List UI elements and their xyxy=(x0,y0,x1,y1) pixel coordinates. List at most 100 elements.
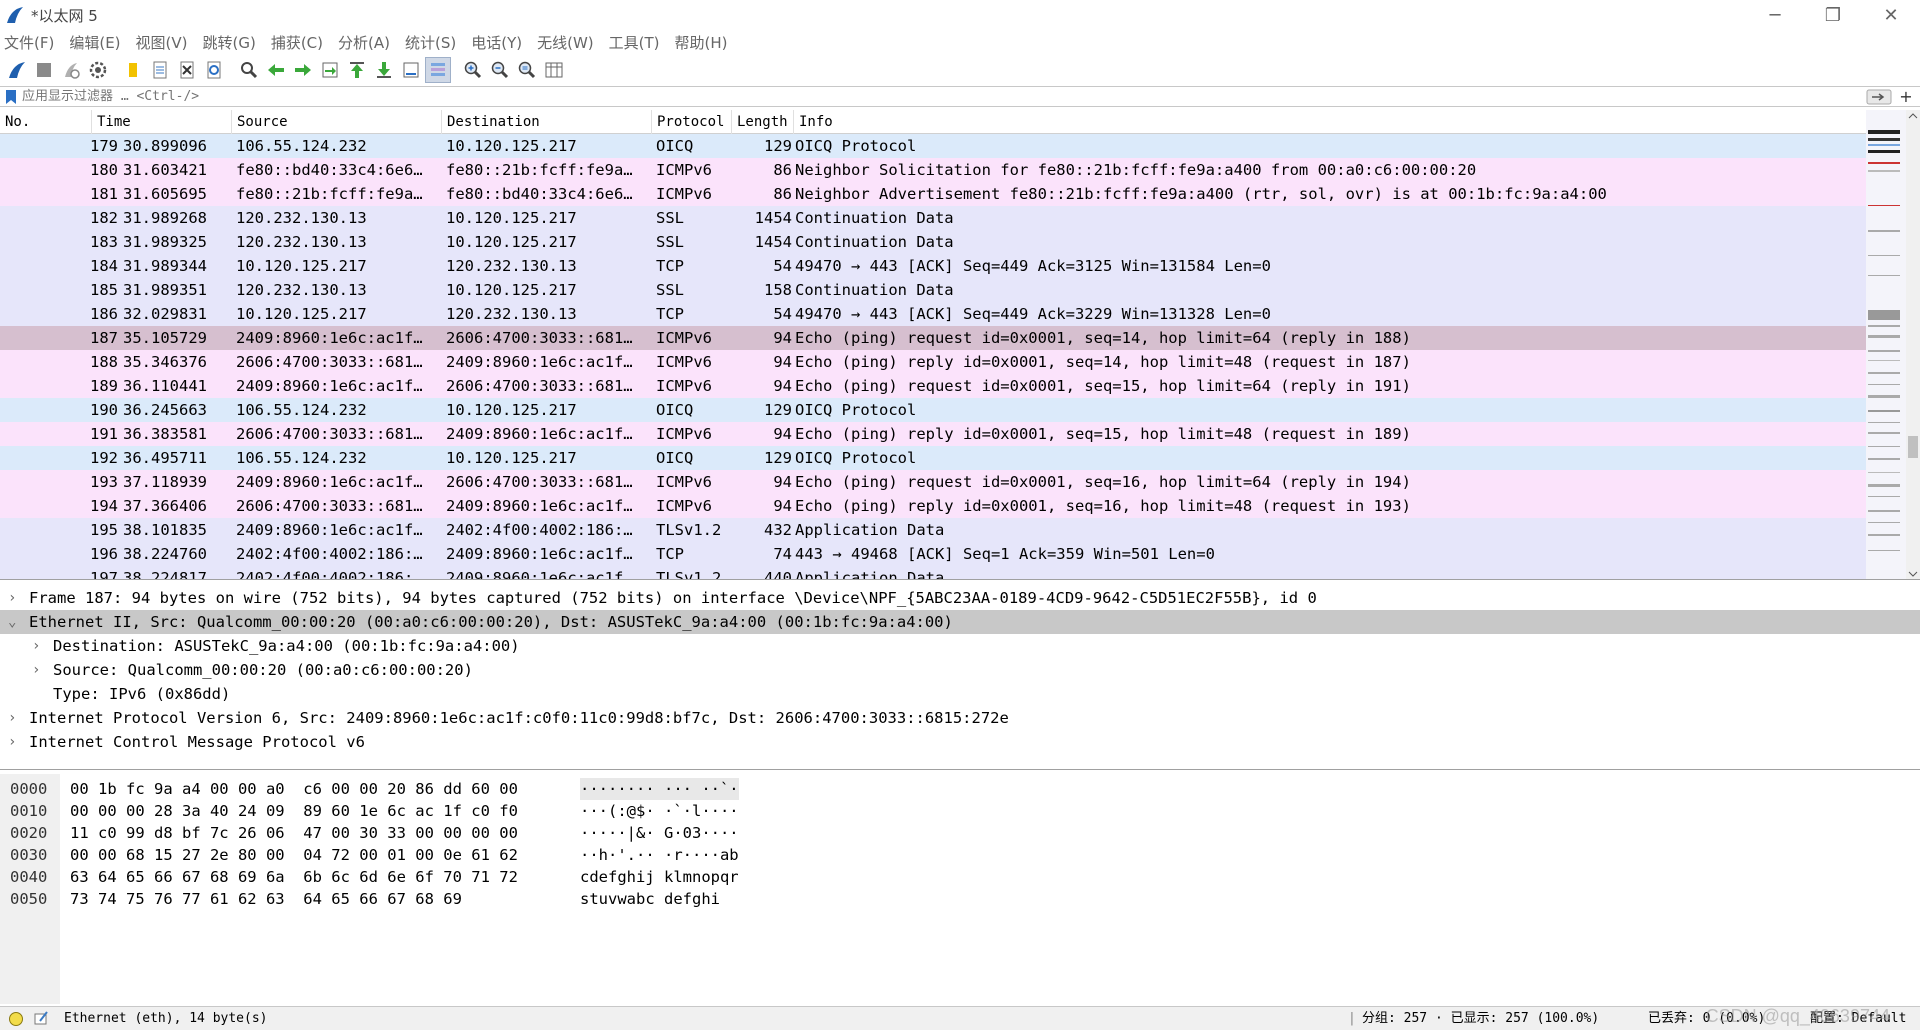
stop-icon[interactable] xyxy=(31,57,57,83)
table-row[interactable]: 195 38.101835 2409:8960:1e6c:ac1f… 2402:4f0… xyxy=(0,518,1866,542)
expert-info-icon[interactable] xyxy=(8,1011,24,1027)
bytes-hex[interactable]: 73 74 75 76 77 61 62 63 64 65 66 67 68 6… xyxy=(70,888,462,910)
menu-go[interactable]: 跳转(G) xyxy=(203,32,256,53)
table-row[interactable]: 184 31.989344 10.120.125.217 120.232.130.13… xyxy=(0,254,1866,278)
table-row[interactable]: 190 36.245663 106.55.124.232 10.120.125.217… xyxy=(0,398,1866,422)
table-row[interactable]: 188 35.346376 2606:4700:3033::681… 2409:896… xyxy=(0,350,1866,374)
bytes-hex[interactable]: 63 64 65 66 67 68 69 6a 6b 6c 6d 6e 6f 7… xyxy=(70,866,518,888)
open-folder-icon[interactable] xyxy=(120,57,146,83)
autoscroll-icon[interactable] xyxy=(398,57,424,83)
menu-help[interactable]: 帮助(H) xyxy=(675,32,728,53)
bytes-hex[interactable]: 00 00 00 28 3a 40 24 09 89 60 1e 6c ac 1… xyxy=(70,800,518,822)
zoom-in-icon[interactable] xyxy=(460,57,486,83)
goto-packet-icon[interactable] xyxy=(317,57,343,83)
reload-icon[interactable] xyxy=(201,57,227,83)
menu-edit[interactable]: 编辑(E) xyxy=(69,32,120,53)
chevron-down-icon[interactable]: ⌄ xyxy=(8,610,22,634)
detail-tree-item[interactable]: › Source: Qualcomm_00:00:20 (00:a0:c6:00:… xyxy=(0,658,1920,682)
cell-info: Continuation Data xyxy=(795,209,954,227)
forward-arrow-icon[interactable] xyxy=(290,57,316,83)
table-row[interactable]: 194 37.366406 2606:4700:3033::681… 2409:896… xyxy=(0,494,1866,518)
chevron-right-icon[interactable]: › xyxy=(8,586,22,610)
detail-tree-item[interactable]: › Frame 187: 94 bytes on wire (752 bits),… xyxy=(0,586,1920,610)
display-filter-input[interactable] xyxy=(20,87,1866,106)
colorize-icon[interactable] xyxy=(425,57,451,83)
filter-bookmark-icon[interactable] xyxy=(5,89,17,105)
bytes-ascii[interactable]: ··h·'.·· ·r····ab xyxy=(580,844,739,866)
table-row[interactable]: 182 31.989268 120.232.130.13 10.120.125.217… xyxy=(0,206,1866,230)
menu-file[interactable]: 文件(F) xyxy=(4,32,54,53)
bytes-hex[interactable]: 00 00 68 15 27 2e 80 00 04 72 00 01 00 0… xyxy=(70,844,518,866)
capture-comment-icon[interactable] xyxy=(33,1010,49,1026)
cell-length: 129 xyxy=(764,449,792,467)
table-row[interactable]: 186 32.029831 10.120.125.217 120.232.130.13… xyxy=(0,302,1866,326)
column-header-source[interactable]: Source xyxy=(232,110,442,134)
first-packet-icon[interactable] xyxy=(344,57,370,83)
menu-telephony[interactable]: 电话(Y) xyxy=(471,32,522,53)
column-header-no[interactable]: No. xyxy=(0,110,92,134)
packet-minimap[interactable] xyxy=(1866,110,1906,580)
chevron-right-icon[interactable]: › xyxy=(8,706,22,730)
menu-capture[interactable]: 捕获(C) xyxy=(271,32,323,53)
cell-time: 36.245663 xyxy=(123,401,207,419)
column-header-time[interactable]: Time xyxy=(92,110,232,134)
zoom-out-icon[interactable] xyxy=(487,57,513,83)
table-row[interactable]: 185 31.989351 120.232.130.13 10.120.125.217… xyxy=(0,278,1866,302)
detail-tree-item[interactable]: › Destination: ASUSTekC_9a:a4:00 (00:1b:f… xyxy=(0,634,1920,658)
table-row[interactable]: 187 35.105729 2409:8960:1e6c:ac1f… 2606:470… xyxy=(0,326,1866,350)
table-row[interactable]: 183 31.989325 120.232.130.13 10.120.125.217… xyxy=(0,230,1866,254)
chevron-right-icon[interactable]: › xyxy=(32,634,46,658)
menu-analyze[interactable]: 分析(A) xyxy=(338,32,390,53)
column-header-length[interactable]: Length xyxy=(732,110,794,134)
menu-tools[interactable]: 工具(T) xyxy=(609,32,660,53)
last-packet-icon[interactable] xyxy=(371,57,397,83)
menu-statistics[interactable]: 统计(S) xyxy=(405,32,456,53)
table-row[interactable]: 179 30.899096 106.55.124.232 10.120.125.217… xyxy=(0,134,1866,158)
table-row[interactable]: 192 36.495711 106.55.124.232 10.120.125.217… xyxy=(0,446,1866,470)
column-header-destination[interactable]: Destination xyxy=(442,110,652,134)
chevron-right-icon[interactable]: › xyxy=(32,658,46,682)
menu-wireless[interactable]: 无线(W) xyxy=(537,32,594,53)
column-header-protocol[interactable]: Protocol xyxy=(652,110,732,134)
normal-size-icon[interactable] xyxy=(514,57,540,83)
bytes-ascii[interactable]: ·····|&· G·03···· xyxy=(580,822,739,844)
save-file-icon[interactable] xyxy=(147,57,173,83)
close-file-icon[interactable] xyxy=(174,57,200,83)
menu-view[interactable]: 视图(V) xyxy=(136,32,188,53)
close-window-button[interactable]: ✕ xyxy=(1862,0,1920,30)
cell-time: 37.118939 xyxy=(123,473,207,491)
options-gear-icon[interactable] xyxy=(85,57,111,83)
chevron-right-icon[interactable]: › xyxy=(8,730,22,754)
find-icon[interactable] xyxy=(236,57,262,83)
bytes-hex[interactable]: 11 c0 99 d8 bf 7c 26 06 47 00 30 33 00 0… xyxy=(70,822,518,844)
bytes-hex[interactable]: 00 1b fc 9a a4 00 00 a0 c6 00 00 20 86 d… xyxy=(70,778,518,800)
cell-length: 86 xyxy=(773,161,792,179)
back-arrow-icon[interactable] xyxy=(263,57,289,83)
resize-columns-icon[interactable] xyxy=(541,57,567,83)
detail-tree-item[interactable]: Type: IPv6 (0x86dd) xyxy=(0,682,1920,706)
table-row[interactable]: 197 38.224817 2402:4f00:4002:186:… 2409:896… xyxy=(0,566,1866,579)
restore-button[interactable]: ❐ xyxy=(1804,0,1862,30)
cell-destination: 2409:8960:1e6c:ac1f… xyxy=(446,545,633,563)
table-row[interactable]: 181 31.605695 fe80::21b:fcff:fe9a… fe80::bd… xyxy=(0,182,1866,206)
table-row[interactable]: 193 37.118939 2409:8960:1e6c:ac1f… 2606:470… xyxy=(0,470,1866,494)
table-row[interactable]: 180 31.603421 fe80::bd40:33c4:6e6… fe80::21… xyxy=(0,158,1866,182)
bytes-ascii[interactable]: stuvwabc defghi xyxy=(580,888,720,910)
cell-length: 54 xyxy=(773,257,792,275)
bytes-ascii[interactable]: cdefghij klmnopqr xyxy=(580,866,739,888)
packet-list-scrollbar[interactable] xyxy=(1906,110,1920,579)
detail-tree-item[interactable]: ⌄ Ethernet II, Src: Qualcomm_00:00:20 (00… xyxy=(0,610,1920,634)
add-filter-button[interactable]: + xyxy=(1898,87,1914,106)
table-row[interactable]: 189 36.110441 2409:8960:1e6c:ac1f… 2606:470… xyxy=(0,374,1866,398)
restart-icon[interactable] xyxy=(58,57,84,83)
table-row[interactable]: 196 38.224760 2402:4f00:4002:186:… 2409:896… xyxy=(0,542,1866,566)
bytes-ascii[interactable]: ···(:@$· ·`·l···· xyxy=(580,800,739,822)
apply-filter-arrow-icon[interactable] xyxy=(1866,89,1892,105)
detail-tree-item[interactable]: › Internet Control Message Protocol v6 xyxy=(0,730,1920,754)
minimize-button[interactable]: ─ xyxy=(1746,0,1804,30)
shark-fin-start-icon[interactable] xyxy=(4,57,30,83)
column-header-info[interactable]: Info xyxy=(794,110,1866,134)
bytes-ascii[interactable]: ········ ··· ··`· xyxy=(580,778,739,800)
detail-tree-item[interactable]: › Internet Protocol Version 6, Src: 2409:… xyxy=(0,706,1920,730)
table-row[interactable]: 191 36.383581 2606:4700:3033::681… 2409:896… xyxy=(0,422,1866,446)
